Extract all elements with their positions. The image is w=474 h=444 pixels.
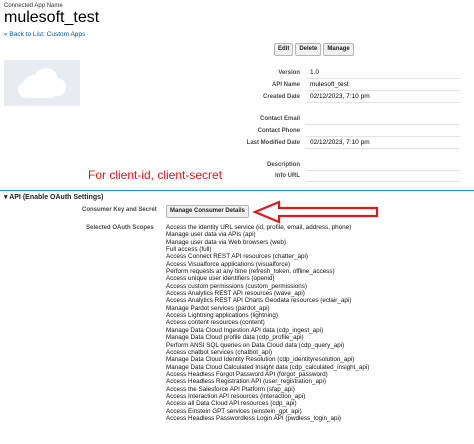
divider <box>306 170 460 171</box>
version-label: Version <box>278 70 300 76</box>
oauth-scope-item: Access custom permissions (custom_permis… <box>166 282 308 290</box>
divider <box>306 124 460 125</box>
oauth-scope-item: Access Visualforce applications (visualf… <box>166 260 291 268</box>
consumer-key-label: Consumer Key and Secret <box>82 207 157 213</box>
oauth-scope-item: Access the Salesforce API Platform (sfap… <box>166 385 295 393</box>
toolbar: Edit Delete Manage <box>274 43 354 56</box>
oauth-scope-item: Access Analytics REST API resources (wav… <box>166 290 305 298</box>
oauth-scope-item: Full access (full) <box>166 246 212 254</box>
divider <box>306 148 460 149</box>
contact-phone-label: Contact Phone <box>257 128 300 134</box>
oauth-scope-item: Manage user data via APIs (api) <box>166 231 256 239</box>
oauth-scope-item: Access Headless Passwordless Login API (… <box>166 414 342 422</box>
oauth-scope-item: Manage Data Cloud Ingestion API data (cd… <box>166 326 324 334</box>
page-title: mulesoft_test <box>4 9 100 26</box>
oauth-scope-item: Manage Data Cloud Identity Resolution (c… <box>166 356 355 364</box>
annotation-text: For client-id, client-secret <box>88 168 223 182</box>
app-logo <box>4 60 80 106</box>
manage-button[interactable]: Manage <box>323 43 354 56</box>
oauth-scope-item: Access Connect REST API resources (chatt… <box>166 253 308 261</box>
edit-button[interactable]: Edit <box>274 43 294 56</box>
api-name-label: API Name <box>271 82 300 88</box>
oauth-scope-item: Access the identity URL service (id, pro… <box>166 224 352 231</box>
oauth-scope-item: Access Einstein GPT services (einstein_g… <box>166 407 302 415</box>
oauth-scope-item: Access Lightning applications (lightning… <box>166 312 279 320</box>
divider <box>306 90 460 91</box>
oauth-scope-item: Access Interaction API resources (intera… <box>166 392 306 400</box>
oauth-scope-item: Manage Data Cloud profile data (cdp_prof… <box>166 334 304 342</box>
oauth-scope-item: Access Headless Forgot Password API (for… <box>166 370 328 378</box>
manage-consumer-details-button[interactable]: Manage Consumer Details <box>166 205 250 218</box>
selected-oauth-scopes-label: Selected OAuth Scopes <box>86 225 154 231</box>
divider <box>306 102 460 103</box>
oauth-scope-item: Perform requests at any time (refresh_to… <box>166 268 335 276</box>
divider <box>306 181 460 182</box>
created-date-value: 02/12/2023, 7:10 pm <box>310 93 370 100</box>
api-section-title[interactable]: ▾ API (Enable OAuth Settings) <box>4 193 103 201</box>
annotation-arrow <box>252 200 379 224</box>
oauth-scope-item: Perform ANSI SQL queries on Data Cloud d… <box>166 341 345 349</box>
oauth-scope-item: Access all Data Cloud API resources (cdp… <box>166 400 297 408</box>
contact-email-label: Contact Email <box>259 116 300 122</box>
delete-button[interactable]: Delete <box>295 43 322 56</box>
oauth-scope-item: Access Headless Registration API (user_r… <box>166 378 326 386</box>
oauth-scope-item: Access Analytics REST API Charts Geodata… <box>166 297 352 305</box>
back-to-list-link[interactable]: « Back to List: Custom Apps <box>4 31 85 38</box>
oauth-scope-item: Manage Pardot services (pardot_api) <box>166 304 270 312</box>
oauth-scope-item: Manage user data via Web browsers (web) <box>166 238 286 246</box>
last-modified-value: 02/12/2023, 7:10 pm <box>310 139 370 146</box>
divider <box>306 136 460 137</box>
oauth-scope-item: Access chatbot services (chatbot_api) <box>166 348 273 356</box>
divider <box>306 78 460 79</box>
oauth-scope-item: Access content resources (content) <box>166 319 265 327</box>
oauth-scope-list: Access the identity URL service (id, pro… <box>166 224 369 422</box>
version-value: 1.0 <box>310 69 320 76</box>
created-date-label: Created Date <box>262 94 300 100</box>
api-name-value: mulesoft_test <box>310 81 349 88</box>
oauth-scope-item: Access unique user identifiers (openid) <box>166 275 275 283</box>
oauth-scope-item: Manage Data Cloud Calculated Insight dat… <box>166 363 370 371</box>
cloud-icon <box>18 68 66 98</box>
last-modified-label: Last Modified Date <box>246 140 300 146</box>
